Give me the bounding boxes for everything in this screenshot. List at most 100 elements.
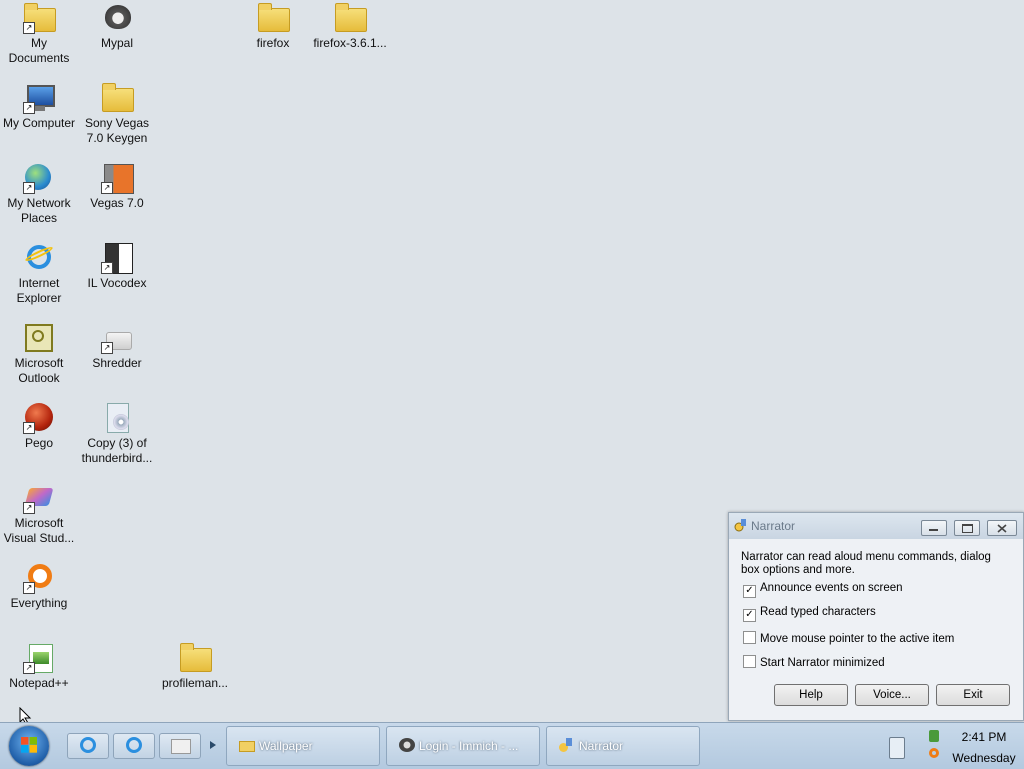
- quicklaunch-internet-explorer-button[interactable]: [113, 733, 155, 759]
- icon-label: firefox: [256, 36, 290, 50]
- icon-label: Sony Vegas 7.0 Keygen: [84, 116, 150, 145]
- desktop-icon-my-computer[interactable]: ↗ My Computer: [0, 82, 78, 131]
- maximize-button[interactable]: [954, 520, 980, 536]
- desktop-icon-firefox-3-6-1[interactable]: firefox-3.6.1...: [311, 2, 389, 51]
- taskbar-label: Login - Immich - ...: [419, 739, 519, 753]
- thunderbird-setup-icon: [101, 402, 133, 434]
- desktop-icon-pego[interactable]: ↗ Pego: [0, 402, 78, 451]
- desktop-icon-thunderbird-copy[interactable]: Copy (3) of thunderbird...: [78, 402, 156, 466]
- desktop-icon-mypal[interactable]: Mypal: [78, 2, 156, 51]
- checkbox-checked-icon[interactable]: ✓: [743, 585, 756, 598]
- icon-label: Everything: [10, 596, 68, 610]
- start-button[interactable]: [9, 726, 49, 766]
- mail-icon: [171, 739, 191, 754]
- icon-label: Notepad++: [9, 676, 69, 690]
- close-icon: [997, 524, 1007, 533]
- chevron-right-icon[interactable]: [209, 740, 217, 750]
- taskbar: Wallpaper Login - Immich - ... Narrator …: [0, 722, 1024, 769]
- icon-label: profileman...: [161, 676, 229, 690]
- desktop-icon-my-documents[interactable]: ↗ My Documents: [0, 2, 78, 66]
- mypal-raccoon-icon: [399, 738, 415, 752]
- browser-icon: [80, 737, 96, 753]
- pego-ball-icon: ↗: [23, 402, 55, 434]
- checkbox-unchecked-icon[interactable]: [743, 631, 756, 644]
- taskbar-label: Wallpaper: [259, 739, 313, 753]
- desktop-icon-notepad-plus-plus[interactable]: ↗ Notepad++: [0, 642, 78, 691]
- icon-label: Mypal: [100, 36, 133, 50]
- checkbox-read-typed-characters[interactable]: ✓ Read typed characters: [743, 606, 876, 622]
- mypal-raccoon-icon: [101, 2, 133, 34]
- close-button[interactable]: [987, 520, 1017, 536]
- folder-icon: [239, 738, 255, 752]
- system-clock[interactable]: 2:41 PM Wednesday: [948, 727, 1020, 769]
- notepad-plus-plus-icon: ↗: [23, 642, 55, 674]
- narrator-icon: [559, 738, 575, 752]
- computer-icon: ↗: [23, 82, 55, 114]
- checkbox-unchecked-icon[interactable]: [743, 655, 756, 668]
- tray-app-icon[interactable]: [926, 728, 942, 744]
- icon-label: My Computer: [2, 116, 76, 130]
- option-label: Read typed characters: [760, 606, 876, 618]
- icon-label: IL Vocodex: [87, 276, 147, 290]
- desktop-icon-microsoft-outlook[interactable]: Microsoft Outlook: [0, 322, 78, 386]
- minimize-button[interactable]: [921, 520, 947, 536]
- narrator-description: Narrator can read aloud menu commands, d…: [741, 551, 991, 576]
- clock-time: 2:41 PM: [961, 730, 1007, 744]
- icon-label: My Documents: [8, 36, 70, 65]
- icon-label: Vegas 7.0: [90, 196, 144, 210]
- quicklaunch-mail-button[interactable]: [159, 733, 201, 759]
- taskbar-item-narrator[interactable]: Narrator: [546, 726, 700, 766]
- desktop-icon-shredder[interactable]: ↗ Shredder: [78, 322, 156, 371]
- option-label: Announce events on screen: [760, 582, 903, 594]
- folder-icon: [334, 2, 367, 34]
- desktop-icon-everything[interactable]: ↗ Everything: [0, 562, 78, 611]
- help-button[interactable]: Help: [774, 684, 848, 706]
- icon-label: Microsoft Outlook: [14, 356, 64, 385]
- taskbar-label: Narrator: [579, 739, 624, 753]
- checkbox-start-minimized[interactable]: Start Narrator minimized: [743, 655, 885, 669]
- desktop-icon-internet-explorer[interactable]: Internet Explorer: [0, 242, 78, 306]
- desktop-icon-visual-studio[interactable]: ↗ Microsoft Visual Stud...: [0, 482, 78, 546]
- icon-label: Microsoft Visual Stud...: [3, 516, 75, 545]
- checkbox-checked-icon[interactable]: ✓: [743, 609, 756, 622]
- exit-button[interactable]: Exit: [936, 684, 1010, 706]
- icon-label: Shredder: [92, 356, 142, 370]
- desktop-icon-il-vocodex[interactable]: ↗ IL Vocodex: [78, 242, 156, 291]
- narrator-title-bar[interactable]: Narrator: [729, 513, 1023, 539]
- desktop-icon-firefox-folder[interactable]: firefox: [234, 2, 312, 51]
- icon-label: My Network Places: [7, 196, 71, 225]
- desktop-icon-vegas-7[interactable]: ↗ Vegas 7.0: [78, 162, 156, 211]
- icon-label: firefox-3.6.1...: [313, 36, 387, 50]
- desktop-icon-sony-vegas-keygen[interactable]: Sony Vegas 7.0 Keygen: [78, 82, 156, 146]
- shredder-icon: ↗: [101, 322, 133, 354]
- vocodex-icon: ↗: [101, 242, 133, 274]
- taskbar-item-wallpaper[interactable]: Wallpaper: [226, 726, 380, 766]
- folder-icon: [179, 642, 212, 674]
- visual-studio-icon: ↗: [23, 482, 55, 514]
- taskbar-item-immich-login[interactable]: Login - Immich - ...: [386, 726, 540, 766]
- narrator-icon: [734, 519, 746, 532]
- network-globe-icon: ↗: [23, 162, 55, 194]
- narrator-body: Narrator can read aloud menu commands, d…: [729, 539, 1023, 587]
- internet-explorer-icon: [23, 242, 55, 274]
- outlook-icon: [23, 322, 55, 354]
- everything-search-icon: ↗: [23, 562, 55, 594]
- folder-icon: [101, 82, 134, 114]
- icon-label: Internet Explorer: [16, 276, 62, 305]
- tray-overflow-button[interactable]: [889, 737, 905, 759]
- tray-search-icon[interactable]: [926, 747, 942, 763]
- desktop-icon-my-network-places[interactable]: ↗ My Network Places: [0, 162, 78, 226]
- icon-label: Pego: [24, 436, 54, 450]
- quicklaunch-ie-button[interactable]: [67, 733, 109, 759]
- checkbox-announce-events[interactable]: ✓ Announce events on screen: [743, 582, 903, 598]
- checkbox-move-mouse-pointer[interactable]: Move mouse pointer to the active item: [743, 631, 954, 645]
- minimize-icon: [929, 529, 938, 531]
- desktop-icon-profileman[interactable]: profileman...: [156, 642, 234, 691]
- clock-day: Wednesday: [952, 751, 1016, 765]
- icon-label: Copy (3) of thunderbird...: [81, 436, 153, 465]
- narrator-window: Narrator Narrator can read aloud menu co…: [728, 512, 1024, 721]
- narrator-title: Narrator: [751, 519, 796, 533]
- documents-folder-icon: ↗: [23, 2, 56, 34]
- voice-button[interactable]: Voice...: [855, 684, 929, 706]
- vegas-icon: ↗: [101, 162, 134, 194]
